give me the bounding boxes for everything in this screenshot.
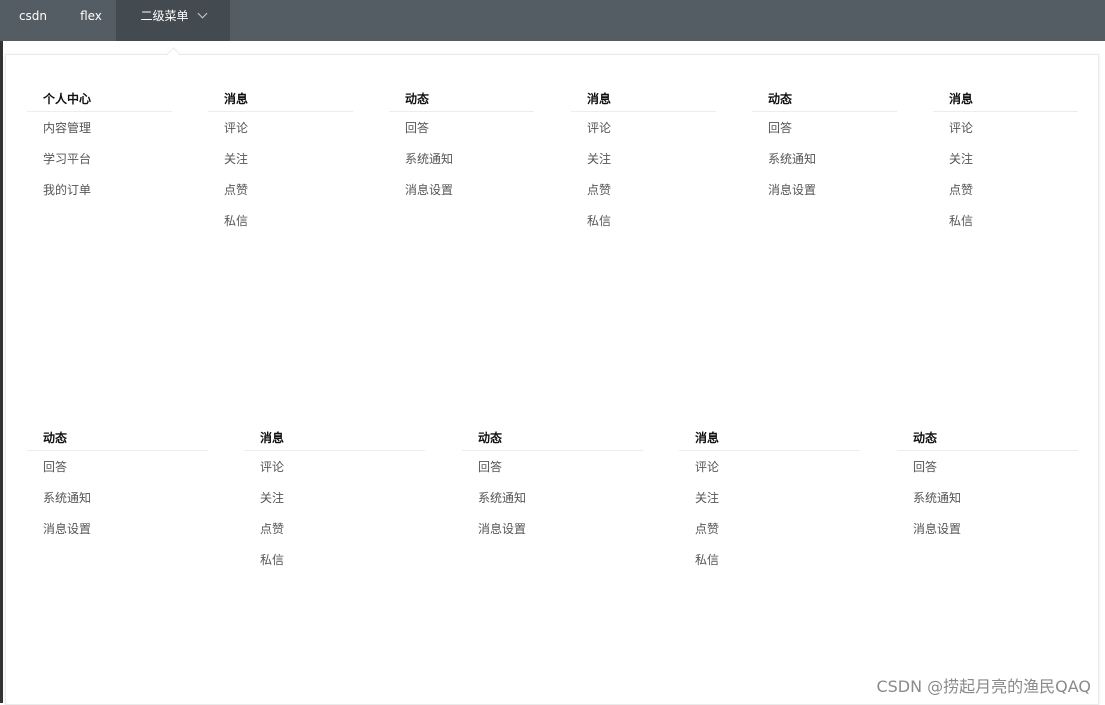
nav-item-submenu[interactable]: 二级菜单 [116,0,230,41]
menu-item[interactable]: 关注 [208,144,353,175]
menu-column: 动态 回答 系统通知 消息设置 [462,423,643,545]
menu-item[interactable]: 消息设置 [462,514,643,545]
menu-column-title: 动态 [752,84,897,112]
menu-item[interactable]: 评论 [571,113,716,144]
menu-item[interactable]: 点赞 [244,514,425,545]
menu-item[interactable]: 消息设置 [389,175,534,206]
menu-column-items: 评论 关注 点赞 私信 [244,451,425,576]
menu-item[interactable]: 我的订单 [27,175,172,206]
menu-item[interactable]: 消息设置 [752,175,897,206]
menu-column-items: 回答 系统通知 消息设置 [389,112,534,206]
watermark: CSDN @捞起月亮的渔民QAQ [876,677,1091,696]
menu-column-title: 动态 [897,423,1078,451]
menu-item[interactable]: 评论 [208,113,353,144]
menu-column-items: 评论 关注 点赞 私信 [571,112,716,237]
menu-item[interactable]: 评论 [933,113,1078,144]
menu-item[interactable]: 系统通知 [389,144,534,175]
menu-column: 动态 回答 系统通知 消息设置 [897,423,1078,545]
menu-column: 动态 回答 系统通知 消息设置 [389,84,534,206]
menu-item[interactable]: 系统通知 [462,483,643,514]
menu-column-title: 动态 [389,84,534,112]
menu-column-title: 消息 [679,423,860,451]
menu-item[interactable]: 评论 [244,452,425,483]
menu-column: 动态 回答 系统通知 消息设置 [752,84,897,206]
menu-column: 消息 评论 关注 点赞 私信 [244,423,425,576]
menu-column: 个人中心 内容管理 学习平台 我的订单 [27,84,172,206]
menu-item[interactable]: 点赞 [571,175,716,206]
nav-item-flex[interactable]: flex [66,0,116,41]
menu-item[interactable]: 点赞 [208,175,353,206]
menu-item[interactable]: 消息设置 [27,514,208,545]
menu-item[interactable]: 回答 [897,452,1078,483]
menu-item[interactable]: 评论 [679,452,860,483]
menu-column-title: 消息 [244,423,425,451]
menu-column-title: 消息 [933,84,1078,112]
menu-column-items: 评论 关注 点赞 私信 [208,112,353,237]
menu-item[interactable]: 系统通知 [27,483,208,514]
menu-item[interactable]: 回答 [752,113,897,144]
menu-item[interactable]: 学习平台 [27,144,172,175]
nav-item-label: flex [80,9,102,23]
menu-item[interactable]: 回答 [389,113,534,144]
menu-column-title: 个人中心 [27,84,172,112]
menu-column-title: 消息 [208,84,353,112]
menu-column-title: 动态 [462,423,643,451]
menu-item[interactable]: 关注 [933,144,1078,175]
menu-column-items: 回答 系统通知 消息设置 [752,112,897,206]
menu-item[interactable]: 点赞 [679,514,860,545]
menu-column: 消息 评论 关注 点赞 私信 [208,84,353,237]
menu-item[interactable]: 关注 [571,144,716,175]
menu-item[interactable]: 消息设置 [897,514,1078,545]
nav-item-label: csdn [18,9,48,23]
menu-item[interactable]: 私信 [679,545,860,576]
menu-column: 消息 评论 关注 点赞 私信 [933,84,1078,237]
menu-column-items: 回答 系统通知 消息设置 [462,451,643,545]
menu-item[interactable]: 回答 [462,452,643,483]
menu-item[interactable]: 关注 [244,483,425,514]
menu-item[interactable]: 回答 [27,452,208,483]
menu-column-items: 评论 关注 点赞 私信 [933,112,1078,237]
left-edge-strip [0,41,3,703]
menu-column-items: 评论 关注 点赞 私信 [679,451,860,576]
menu-item[interactable]: 私信 [208,206,353,237]
menu-item[interactable]: 点赞 [933,175,1078,206]
menu-column-title: 动态 [27,423,208,451]
menu-column-items: 回答 系统通知 消息设置 [897,451,1078,545]
menu-column: 动态 回答 系统通知 消息设置 [27,423,208,545]
menu-item[interactable]: 系统通知 [752,144,897,175]
menu-column: 消息 评论 关注 点赞 私信 [679,423,860,576]
top-nav-bar: csdn flex 二级菜单 [0,0,1105,41]
menu-item[interactable]: 关注 [679,483,860,514]
menu-item[interactable]: 内容管理 [27,113,172,144]
menu-column-title: 消息 [571,84,716,112]
menu-item[interactable]: 私信 [244,545,425,576]
menu-column-items: 回答 系统通知 消息设置 [27,451,208,545]
menu-item[interactable]: 私信 [933,206,1078,237]
nav-item-csdn[interactable]: csdn [0,0,66,41]
menu-column-items: 内容管理 学习平台 我的订单 [27,112,172,206]
nav-item-label: 二级菜单 [140,9,189,23]
menu-item[interactable]: 系统通知 [897,483,1078,514]
menu-column: 消息 评论 关注 点赞 私信 [571,84,716,237]
chevron-down-icon [197,8,207,19]
menu-item[interactable]: 私信 [571,206,716,237]
